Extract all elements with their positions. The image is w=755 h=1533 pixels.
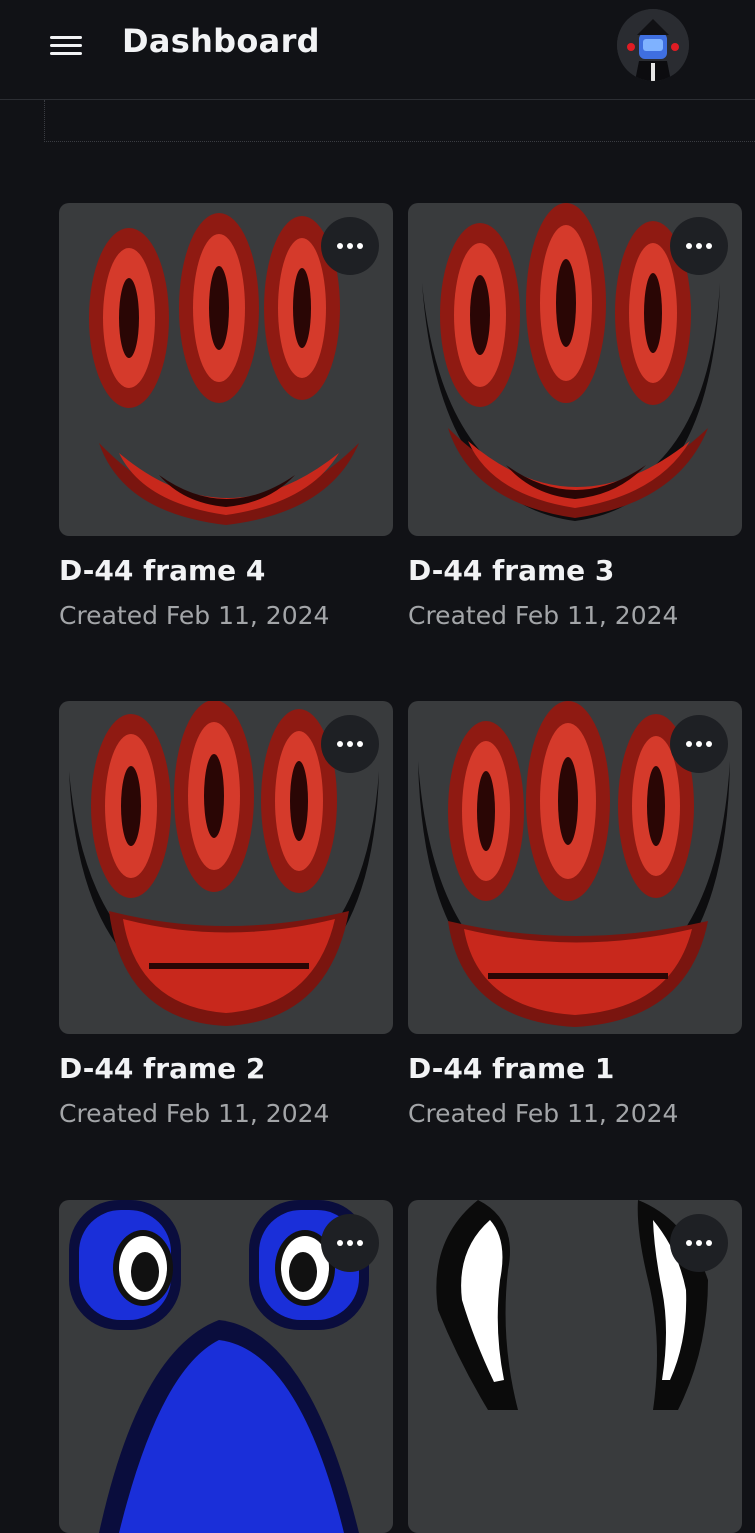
page-title: Dashboard bbox=[122, 22, 320, 60]
hamburger-menu-button[interactable] bbox=[46, 30, 86, 60]
more-dot bbox=[706, 1240, 712, 1246]
more-horizontal-icon bbox=[337, 741, 343, 747]
creation-name[interactable]: D-44 frame 4 bbox=[59, 554, 393, 587]
creation-card[interactable] bbox=[59, 1200, 393, 1533]
creation-card[interactable] bbox=[408, 1200, 742, 1533]
more-options-button[interactable] bbox=[670, 715, 728, 773]
hamburger-icon bbox=[50, 36, 82, 39]
more-horizontal-icon bbox=[686, 741, 692, 747]
more-dot bbox=[347, 1240, 353, 1246]
top-bar: Dashboard bbox=[0, 0, 755, 100]
more-dot bbox=[706, 741, 712, 747]
creation-card[interactable]: D-44 frame 2 Created Feb 11, 2024 bbox=[59, 701, 393, 1128]
avatar[interactable] bbox=[617, 9, 689, 81]
creation-date: Created Feb 11, 2024 bbox=[408, 601, 679, 630]
creation-card[interactable]: D-44 frame 1 Created Feb 11, 2024 bbox=[408, 701, 742, 1128]
more-options-button[interactable] bbox=[670, 217, 728, 275]
creation-name[interactable]: D-44 frame 1 bbox=[408, 1052, 742, 1085]
creation-card[interactable]: D-44 frame 3 Created Feb 11, 2024 bbox=[408, 203, 742, 630]
creation-name[interactable]: D-44 frame 2 bbox=[59, 1052, 393, 1085]
creation-thumbnail[interactable] bbox=[408, 1200, 742, 1533]
more-dot bbox=[706, 243, 712, 249]
more-options-button[interactable] bbox=[321, 1214, 379, 1272]
section-divider bbox=[44, 100, 755, 142]
creation-card[interactable]: D-44 frame 4 Created Feb 11, 2024 bbox=[59, 203, 393, 630]
more-dot bbox=[696, 741, 702, 747]
creation-thumbnail[interactable] bbox=[408, 203, 742, 536]
more-horizontal-icon bbox=[686, 243, 692, 249]
creation-thumbnail[interactable] bbox=[59, 701, 393, 1034]
more-dot bbox=[357, 741, 363, 747]
more-dot bbox=[357, 243, 363, 249]
more-dot bbox=[347, 741, 353, 747]
creation-thumbnail[interactable] bbox=[59, 1200, 393, 1533]
more-options-button[interactable] bbox=[670, 1214, 728, 1272]
more-horizontal-icon bbox=[686, 1240, 692, 1246]
more-dot bbox=[696, 1240, 702, 1246]
creation-name[interactable]: D-44 frame 3 bbox=[408, 554, 742, 587]
creation-date: Created Feb 11, 2024 bbox=[408, 1099, 679, 1128]
more-horizontal-icon bbox=[337, 243, 343, 249]
creation-date: Created Feb 11, 2024 bbox=[59, 1099, 330, 1128]
hamburger-icon-line bbox=[50, 52, 82, 55]
more-dot bbox=[357, 1240, 363, 1246]
more-options-button[interactable] bbox=[321, 217, 379, 275]
creation-date: Created Feb 11, 2024 bbox=[59, 601, 330, 630]
more-horizontal-icon bbox=[337, 1240, 343, 1246]
creation-thumbnail[interactable] bbox=[59, 203, 393, 536]
hamburger-icon-line bbox=[50, 44, 82, 47]
avatar-icon bbox=[617, 9, 689, 81]
more-options-button[interactable] bbox=[321, 715, 379, 773]
creation-thumbnail[interactable] bbox=[408, 701, 742, 1034]
more-dot bbox=[347, 243, 353, 249]
more-dot bbox=[696, 243, 702, 249]
